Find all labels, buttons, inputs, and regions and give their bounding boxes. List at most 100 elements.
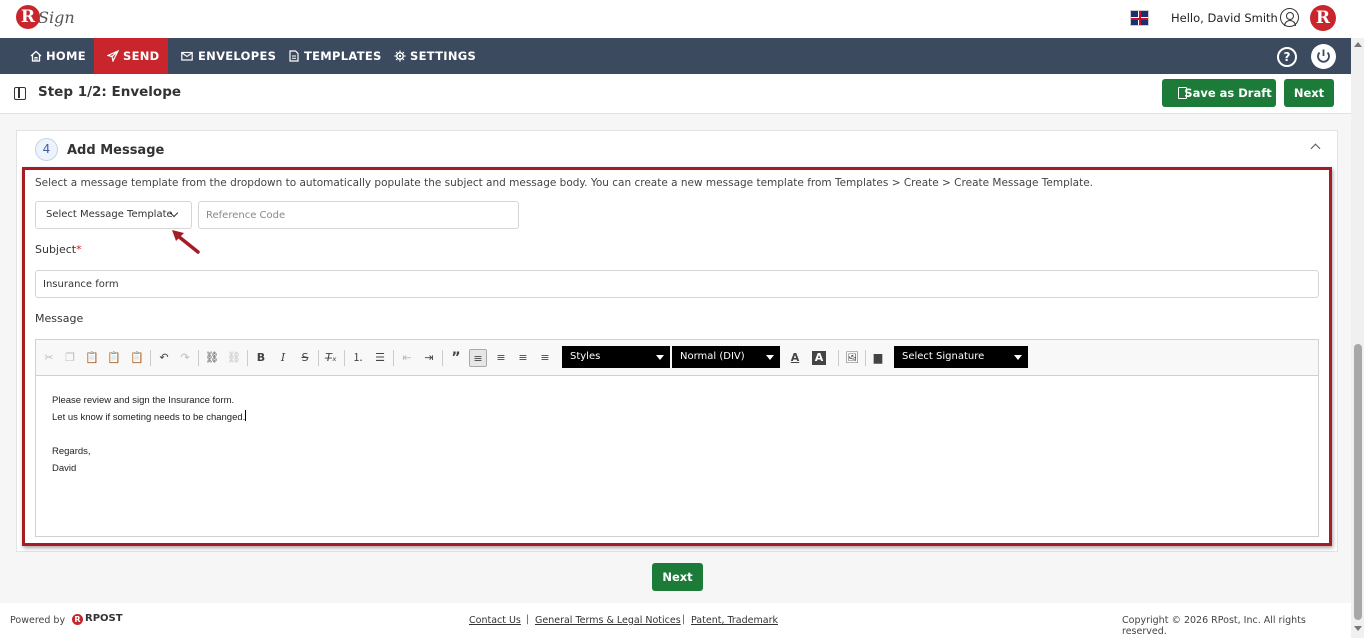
undo-icon[interactable]: ↶ — [155, 349, 173, 367]
envelope-icon — [181, 50, 193, 62]
nav-home-label: HOME — [46, 49, 86, 63]
powered-by-text: Powered by — [10, 615, 66, 626]
styles-dropdown[interactable]: Styles — [562, 346, 670, 368]
align-center-icon[interactable]: ≡ — [492, 349, 510, 367]
message-line: Regards, — [52, 446, 91, 457]
indent-icon[interactable]: ⇥ — [420, 349, 438, 367]
logo-letter: R — [16, 5, 40, 29]
save-as-draft-button[interactable]: Save as Draft — [1162, 79, 1276, 107]
scroll-down-icon[interactable] — [1354, 626, 1362, 631]
patent-link[interactable]: Patent, Trademark — [691, 615, 778, 626]
signature-dropdown[interactable]: Select Signature — [894, 346, 1028, 368]
nav-templates-label: TEMPLATES — [304, 49, 382, 63]
nav-envelopes-label: ENVELOPES — [198, 49, 277, 63]
next-button-bottom[interactable]: Next — [652, 563, 703, 591]
nav-send[interactable]: SEND — [94, 38, 168, 74]
text-caret — [245, 410, 247, 421]
rsign-logo[interactable]: R Sign — [14, 3, 75, 35]
page-scrollbar[interactable] — [1351, 38, 1364, 638]
subject-input[interactable] — [35, 270, 1319, 298]
dropdown-arrow-icon — [656, 355, 664, 360]
nav-settings[interactable]: SETTINGS — [394, 38, 476, 74]
unlink-icon[interactable]: ⛓ — [225, 349, 243, 367]
message-template-value: Select Message Template — [46, 209, 173, 220]
background-color-icon[interactable]: A — [812, 351, 826, 365]
toolbar-divider — [442, 350, 443, 366]
toolbar-divider — [247, 350, 248, 366]
message-line — [52, 426, 246, 443]
rpost-logo-icon: R — [72, 614, 83, 625]
nav-send-label: SEND — [123, 49, 160, 63]
message-line: Let us know if someting needs to be chan… — [52, 412, 246, 423]
cut-icon[interactable]: ✂ — [40, 349, 58, 367]
nav-home[interactable]: HOME — [30, 38, 86, 74]
message-body[interactable]: Please review and sign the Insurance for… — [52, 392, 247, 477]
format-dropdown[interactable]: Normal (DIV) — [672, 346, 780, 368]
sidebar-toggle-icon[interactable] — [14, 87, 26, 100]
rpost-logo: R RPOST — [72, 613, 123, 625]
save-as-draft-label: Save as Draft — [1184, 86, 1272, 100]
message-line-with-caret: Let us know if someting needs to be chan… — [52, 409, 247, 426]
contact-us-link[interactable]: Contact Us — [469, 615, 521, 626]
format-dropdown-label: Normal (DIV) — [680, 351, 745, 362]
pointer-arrow-icon — [172, 230, 200, 254]
italic-icon[interactable]: I — [274, 349, 292, 367]
next-button-top[interactable]: Next — [1284, 79, 1334, 107]
paste-text-icon[interactable]: 📋 — [105, 349, 123, 367]
subject-label-text: Subject — [35, 243, 77, 256]
numbered-list-icon[interactable]: ⒈ — [349, 349, 367, 367]
bold-icon[interactable]: B — [252, 349, 270, 367]
subject-label: Subject* — [35, 243, 82, 256]
user-greeting: Hello, David Smith — [1171, 11, 1278, 25]
dropdown-arrow-icon — [1014, 355, 1022, 360]
align-justify-icon[interactable]: ≡ — [536, 349, 554, 367]
image-icon[interactable]: 🖼 — [843, 349, 861, 367]
gear-icon — [394, 50, 406, 62]
signature-dropdown-label: Select Signature — [902, 351, 985, 362]
main-nav: HOME SEND ENVELOPES TEMPLATES SETTINGS — [0, 38, 1351, 74]
page-title: Step 1/2: Envelope — [38, 84, 182, 100]
remove-format-icon[interactable]: T̶ₓ — [322, 349, 340, 367]
top-header: R Sign Hello, David Smith R — [0, 0, 1364, 38]
toolbar-divider — [838, 350, 839, 366]
message-editor[interactable]: ✂ ❐ 📋 📋 📋 ↶ ↷ ⛓ ⛓ B I S T̶ₓ ⒈ ☰ ⇤ ⇥ ” ≡ … — [35, 339, 1319, 537]
rpost-brand: RPOST — [85, 613, 123, 624]
link-icon[interactable]: ⛓ — [203, 349, 221, 367]
editor-toolbar: ✂ ❐ 📋 📋 📋 ↶ ↷ ⛓ ⛓ B I S T̶ₓ ⒈ ☰ ⇤ ⇥ ” ≡ … — [36, 340, 1318, 376]
scroll-thumb[interactable] — [1354, 344, 1362, 620]
power-icon[interactable] — [1311, 44, 1336, 69]
stamp-icon[interactable]: ▆ — [869, 349, 887, 367]
align-left-icon[interactable]: ≡ — [469, 349, 487, 367]
message-label: Message — [35, 312, 84, 325]
paste-word-icon[interactable]: 📋 — [128, 349, 146, 367]
footer-separator: | — [526, 614, 530, 625]
redo-icon[interactable]: ↷ — [176, 349, 194, 367]
step-bar: Step 1/2: Envelope — [0, 74, 1351, 114]
bulleted-list-icon[interactable]: ☰ — [371, 349, 389, 367]
nav-envelopes[interactable]: ENVELOPES — [181, 38, 276, 74]
paste-icon[interactable]: 📋 — [83, 349, 101, 367]
outdent-icon[interactable]: ⇤ — [398, 349, 416, 367]
avatar[interactable]: R — [1310, 5, 1336, 31]
terms-link[interactable]: General Terms & Legal Notices — [535, 615, 681, 626]
toolbar-divider — [393, 350, 394, 366]
footer: Powered by R RPOST Contact Us | General T… — [0, 603, 1351, 638]
user-profile-icon[interactable] — [1280, 8, 1299, 27]
strikethrough-icon[interactable]: S — [296, 349, 314, 367]
help-icon[interactable]: ? — [1277, 47, 1297, 67]
section-title: Add Message — [67, 143, 165, 158]
align-right-icon[interactable]: ≡ — [514, 349, 532, 367]
instructions-text: Select a message template from the dropd… — [35, 177, 1094, 189]
footer-separator: | — [682, 614, 686, 625]
scroll-up-icon[interactable] — [1354, 42, 1362, 47]
document-icon — [1178, 87, 1187, 99]
copy-icon[interactable]: ❐ — [61, 349, 79, 367]
template-icon — [288, 50, 300, 62]
reference-code-input[interactable] — [198, 201, 519, 229]
message-line: David — [52, 463, 77, 474]
uk-flag-icon[interactable] — [1130, 10, 1149, 26]
blockquote-icon[interactable]: ” — [447, 349, 465, 367]
send-icon — [107, 50, 119, 62]
nav-templates[interactable]: TEMPLATES — [288, 38, 382, 74]
text-color-icon[interactable]: A — [786, 349, 804, 367]
